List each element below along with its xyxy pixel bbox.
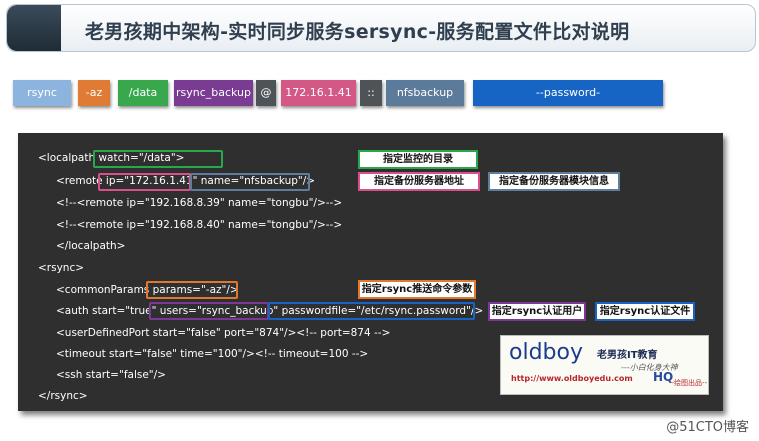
chip-double-colon: :: <box>360 80 382 106</box>
highlight-module <box>190 173 310 191</box>
watermark: @51CTO博客 <box>666 420 749 435</box>
title-bar: 老男孩期中架构-实时同步服务sersync-服务配置文件比对说明 <box>6 4 756 52</box>
chip-password-file: --password-file=/etc/rsync.password <box>473 80 663 125</box>
chip-data: /data <box>118 80 168 106</box>
note-push-params: 指定rsync推送命令参数 <box>358 280 476 299</box>
logo-cn-name: 老男孩IT教育 <box>597 350 658 361</box>
highlight-params <box>146 281 238 299</box>
chip-ip: 172.16.1.41 <box>281 80 356 106</box>
note-backup-ip: 指定备份服务器地址 <box>358 172 480 191</box>
config-line: <!--<remote ip="192.168.8.39" name="tong… <box>56 197 343 209</box>
config-line: <!--<remote ip="192.168.8.40" name="tong… <box>56 219 343 231</box>
config-line: </localpath> <box>56 240 126 252</box>
chip-module: nfsbackup <box>386 80 464 106</box>
highlight-users <box>149 302 269 320</box>
config-line: </rsync> <box>38 390 88 402</box>
logo-draw-credit: --绘图出品-- <box>669 379 708 387</box>
chip-rsync: rsync <box>13 80 71 106</box>
page-title: 老男孩期中架构-实时同步服务sersync-服务配置文件比对说明 <box>85 21 630 43</box>
highlight-watch <box>93 150 223 168</box>
note-auth-user: 指定rsync认证用户 <box>488 302 586 321</box>
note-auth-file: 指定rsync认证文件 <box>595 302 695 321</box>
config-line: <userDefinedPort start="false" port="874… <box>56 327 391 339</box>
chip-user: rsync_backup <box>174 80 253 106</box>
highlight-passwordfile <box>268 302 475 320</box>
logo-url: http://www.oldboyedu.com <box>511 374 633 383</box>
chip-at: @ <box>256 80 276 106</box>
chip-az: -az <box>78 80 110 106</box>
logo-wordmark: oldboy <box>509 340 583 365</box>
title-accent-tab <box>7 5 61 51</box>
note-watch-dir: 指定监控的目录 <box>358 150 478 169</box>
config-line: <rsync> <box>38 262 85 274</box>
highlight-ip <box>98 173 191 191</box>
config-line: <ssh start="false"/> <box>56 369 166 381</box>
oldboy-logo: oldboy 老男孩IT教育 ---小白化身大神 http://www.oldb… <box>500 335 709 395</box>
config-line: <timeout start="false" time="100"/><!-- … <box>56 348 369 360</box>
note-backup-module: 指定备份服务器模块信息 <box>488 172 620 191</box>
